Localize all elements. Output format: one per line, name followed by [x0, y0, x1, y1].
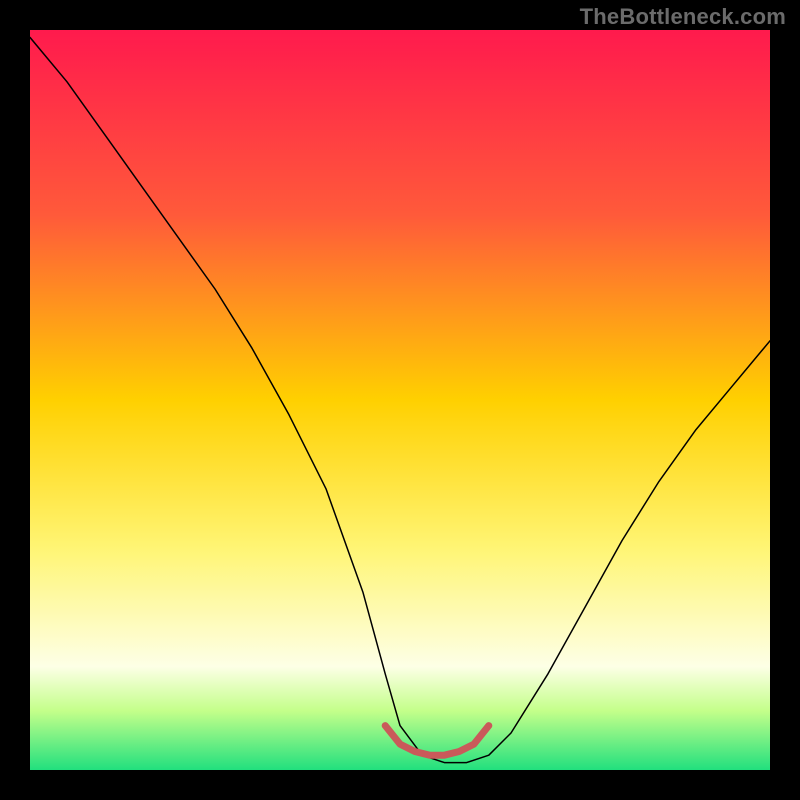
gradient-background: [30, 30, 770, 770]
chart-plot-area: [30, 30, 770, 770]
watermark-text: TheBottleneck.com: [580, 4, 786, 30]
chart-frame: TheBottleneck.com: [0, 0, 800, 800]
chart-svg: [30, 30, 770, 770]
